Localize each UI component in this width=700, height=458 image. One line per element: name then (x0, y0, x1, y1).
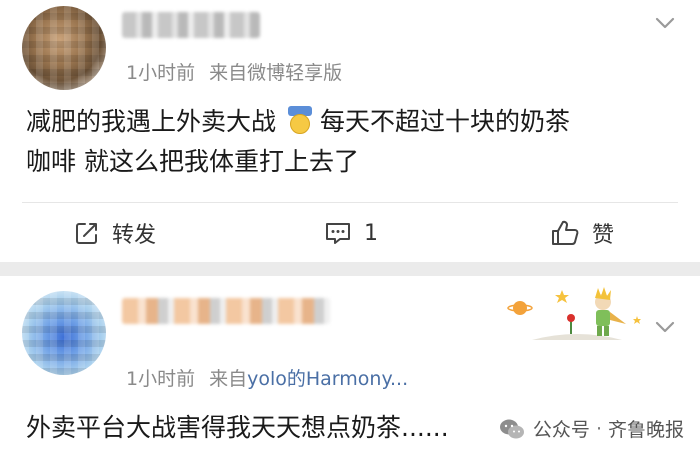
avatar-blurred[interactable] (22, 291, 106, 375)
post-time: 1小时前 (126, 368, 196, 390)
post-text: 外卖平台大战害得我天天想点奶茶...... (26, 413, 449, 442)
watermark-account: 齐鲁晚报 (607, 419, 684, 441)
username-blurred[interactable] (122, 12, 260, 38)
repost-label: 转发 (112, 223, 157, 248)
repost-icon (76, 223, 97, 244)
thumbs-up-icon (552, 220, 579, 245)
username-blurred[interactable] (122, 298, 330, 324)
post-source-link[interactable]: yolo的Harmony... (247, 368, 408, 390)
comment-icon (326, 223, 350, 244)
post-text-line-2: 咖啡 就这么把我体重打上去了 (26, 147, 359, 176)
sweat-smile-emoji-icon (286, 106, 314, 134)
post-meta: 1小时前 来自微博轻享版 (126, 58, 342, 85)
post-actions-bar: 转发 1 赞 (0, 203, 700, 262)
chevron-down-icon[interactable] (654, 12, 676, 34)
post-text-line-1: 减肥的我遇上外卖大战 每天不超过十块的奶茶 (26, 106, 571, 136)
post-text: 减肥的我遇上外卖大战 每天不超过十块的奶茶 咖啡 就这么把我体重打上去了 (26, 102, 570, 182)
avatar-blurred[interactable] (22, 6, 106, 90)
repost-button[interactable]: 转发 (74, 217, 156, 249)
chevron-down-icon[interactable] (654, 316, 676, 338)
post-time: 1小时前 (126, 62, 196, 84)
comment-count: 1 (364, 220, 378, 246)
little-prince-card-decoration-icon (507, 287, 641, 340)
post-meta: 1小时前 来自yolo的Harmony... (126, 364, 408, 391)
watermark-label: 公众号 (532, 419, 590, 441)
source-prefix: 来自 (209, 368, 248, 390)
comment-button[interactable]: 1 (324, 217, 378, 249)
like-button[interactable]: 赞 (550, 217, 614, 249)
wechat-account-watermark: 公众号 · 齐鲁晚报 (499, 415, 684, 442)
weibo-post-1: 1小时前 来自微博轻享版 减肥的我遇上外卖大战 每天不超过十块的奶茶 咖啡 就这么把… (0, 0, 700, 262)
source-prefix: 来自 (209, 62, 248, 84)
like-label: 赞 (592, 223, 615, 248)
wechat-logo-icon (499, 419, 524, 438)
watermark-separator: · (595, 417, 602, 440)
post-source[interactable]: 微博轻享版 (247, 62, 342, 84)
